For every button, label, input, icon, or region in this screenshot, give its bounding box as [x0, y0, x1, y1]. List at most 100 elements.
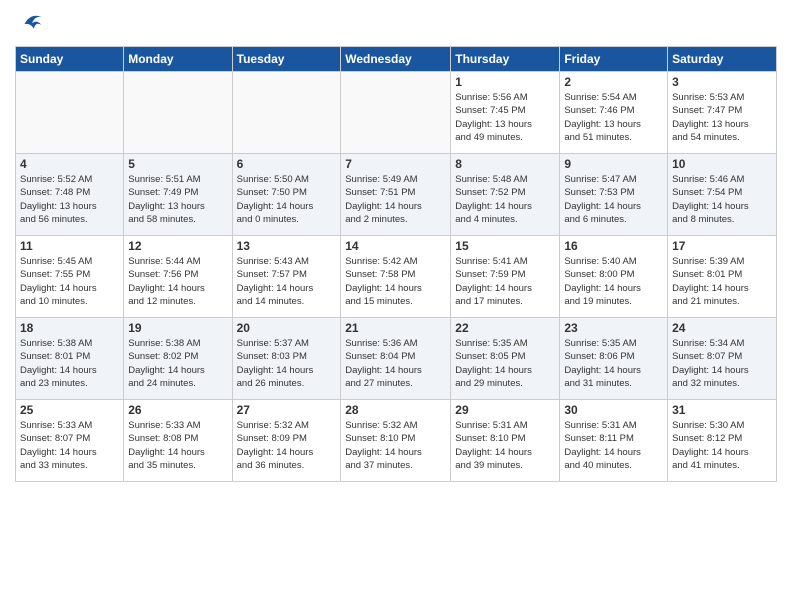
- weekday-header-tuesday: Tuesday: [232, 47, 341, 72]
- weekday-header-monday: Monday: [124, 47, 232, 72]
- day-number: 30: [564, 403, 663, 417]
- day-number: 21: [345, 321, 446, 335]
- day-info: Sunrise: 5:52 AM Sunset: 7:48 PM Dayligh…: [20, 173, 119, 226]
- day-info: Sunrise: 5:56 AM Sunset: 7:45 PM Dayligh…: [455, 91, 555, 144]
- day-info: Sunrise: 5:32 AM Sunset: 8:10 PM Dayligh…: [345, 419, 446, 472]
- page-header: [15, 10, 777, 38]
- calendar-cell: 12Sunrise: 5:44 AM Sunset: 7:56 PM Dayli…: [124, 236, 232, 318]
- day-number: 2: [564, 75, 663, 89]
- calendar-cell: 26Sunrise: 5:33 AM Sunset: 8:08 PM Dayli…: [124, 400, 232, 482]
- day-info: Sunrise: 5:48 AM Sunset: 7:52 PM Dayligh…: [455, 173, 555, 226]
- day-info: Sunrise: 5:44 AM Sunset: 7:56 PM Dayligh…: [128, 255, 227, 308]
- day-info: Sunrise: 5:50 AM Sunset: 7:50 PM Dayligh…: [237, 173, 337, 226]
- day-number: 19: [128, 321, 227, 335]
- calendar-cell: 21 Sunrise: 5:36 AM Sunset: 8:04 PM Dayli…: [341, 318, 451, 400]
- day-info: Sunrise: 5:46 AM Sunset: 7:54 PM Dayligh…: [672, 173, 772, 226]
- day-number: 28: [345, 403, 446, 417]
- day-info: Sunrise: 5:35 AM Sunset: 8:06 PM Dayligh…: [564, 337, 663, 390]
- calendar-page: SundayMondayTuesdayWednesdayThursdayFrid…: [0, 0, 792, 612]
- day-number: 10: [672, 157, 772, 171]
- week-row-4: 18 Sunrise: 5:38 AM Sunset: 8:01 PM Dayli…: [16, 318, 777, 400]
- calendar-cell: 1 Sunrise: 5:56 AM Sunset: 7:45 PM Daylig…: [451, 72, 560, 154]
- day-number: 23: [564, 321, 663, 335]
- day-number: 27: [237, 403, 337, 417]
- day-info: Sunrise: 5:42 AM Sunset: 7:58 PM Dayligh…: [345, 255, 446, 308]
- calendar-cell: 7 Sunrise: 5:49 AM Sunset: 7:51 PM Daylig…: [341, 154, 451, 236]
- day-info: Sunrise: 5:37 AM Sunset: 8:03 PM Dayligh…: [237, 337, 337, 390]
- calendar-cell: 27 Sunrise: 5:32 AM Sunset: 8:09 PM Dayli…: [232, 400, 341, 482]
- day-info: Sunrise: 5:38 AM Sunset: 8:02 PM Dayligh…: [128, 337, 227, 390]
- day-number: 6: [237, 157, 337, 171]
- day-info: Sunrise: 5:38 AM Sunset: 8:01 PM Dayligh…: [20, 337, 119, 390]
- day-info: Sunrise: 5:33 AM Sunset: 8:07 PM Dayligh…: [20, 419, 119, 472]
- calendar-table: SundayMondayTuesdayWednesdayThursdayFrid…: [15, 46, 777, 482]
- calendar-cell: 8 Sunrise: 5:48 AM Sunset: 7:52 PM Daylig…: [451, 154, 560, 236]
- weekday-header-wednesday: Wednesday: [341, 47, 451, 72]
- day-info: Sunrise: 5:35 AM Sunset: 8:05 PM Dayligh…: [455, 337, 555, 390]
- calendar-cell: 19 Sunrise: 5:38 AM Sunset: 8:02 PM Dayli…: [124, 318, 232, 400]
- day-number: 9: [564, 157, 663, 171]
- day-number: 24: [672, 321, 772, 335]
- calendar-cell: 22 Sunrise: 5:35 AM Sunset: 8:05 PM Dayli…: [451, 318, 560, 400]
- weekday-header-thursday: Thursday: [451, 47, 560, 72]
- calendar-cell: 11 Sunrise: 5:45 AM Sunset: 7:55 PM Dayli…: [16, 236, 124, 318]
- day-info: Sunrise: 5:32 AM Sunset: 8:09 PM Dayligh…: [237, 419, 337, 472]
- calendar-cell: 16 Sunrise: 5:40 AM Sunset: 8:00 PM Dayli…: [560, 236, 668, 318]
- logo-icon: [17, 10, 45, 38]
- calendar-cell: 20 Sunrise: 5:37 AM Sunset: 8:03 PM Dayli…: [232, 318, 341, 400]
- day-info: Sunrise: 5:39 AM Sunset: 8:01 PM Dayligh…: [672, 255, 772, 308]
- calendar-cell: [124, 72, 232, 154]
- calendar-cell: 31Sunrise: 5:30 AM Sunset: 8:12 PM Dayli…: [668, 400, 777, 482]
- calendar-cell: 15Sunrise: 5:41 AM Sunset: 7:59 PM Dayli…: [451, 236, 560, 318]
- day-info: Sunrise: 5:43 AM Sunset: 7:57 PM Dayligh…: [237, 255, 337, 308]
- weekday-header-sunday: Sunday: [16, 47, 124, 72]
- day-info: Sunrise: 5:33 AM Sunset: 8:08 PM Dayligh…: [128, 419, 227, 472]
- day-info: Sunrise: 5:45 AM Sunset: 7:55 PM Dayligh…: [20, 255, 119, 308]
- calendar-cell: 24Sunrise: 5:34 AM Sunset: 8:07 PM Dayli…: [668, 318, 777, 400]
- week-row-3: 11 Sunrise: 5:45 AM Sunset: 7:55 PM Dayli…: [16, 236, 777, 318]
- calendar-cell: 17 Sunrise: 5:39 AM Sunset: 8:01 PM Dayli…: [668, 236, 777, 318]
- calendar-cell: 30 Sunrise: 5:31 AM Sunset: 8:11 PM Dayli…: [560, 400, 668, 482]
- day-number: 13: [237, 239, 337, 253]
- day-info: Sunrise: 5:53 AM Sunset: 7:47 PM Dayligh…: [672, 91, 772, 144]
- day-number: 18: [20, 321, 119, 335]
- calendar-cell: 25 Sunrise: 5:33 AM Sunset: 8:07 PM Dayli…: [16, 400, 124, 482]
- week-row-2: 4 Sunrise: 5:52 AM Sunset: 7:48 PM Daylig…: [16, 154, 777, 236]
- day-info: Sunrise: 5:40 AM Sunset: 8:00 PM Dayligh…: [564, 255, 663, 308]
- calendar-cell: [232, 72, 341, 154]
- day-number: 5: [128, 157, 227, 171]
- day-number: 29: [455, 403, 555, 417]
- day-number: 1: [455, 75, 555, 89]
- day-number: 22: [455, 321, 555, 335]
- calendar-cell: 9Sunrise: 5:47 AM Sunset: 7:53 PM Daylig…: [560, 154, 668, 236]
- day-number: 14: [345, 239, 446, 253]
- day-number: 31: [672, 403, 772, 417]
- calendar-cell: 14 Sunrise: 5:42 AM Sunset: 7:58 PM Dayli…: [341, 236, 451, 318]
- logo: [15, 10, 45, 38]
- week-row-5: 25 Sunrise: 5:33 AM Sunset: 8:07 PM Dayli…: [16, 400, 777, 482]
- calendar-cell: 2Sunrise: 5:54 AM Sunset: 7:46 PM Daylig…: [560, 72, 668, 154]
- calendar-cell: 10 Sunrise: 5:46 AM Sunset: 7:54 PM Dayli…: [668, 154, 777, 236]
- day-info: Sunrise: 5:31 AM Sunset: 8:10 PM Dayligh…: [455, 419, 555, 472]
- day-number: 25: [20, 403, 119, 417]
- calendar-cell: 28 Sunrise: 5:32 AM Sunset: 8:10 PM Dayli…: [341, 400, 451, 482]
- weekday-header-saturday: Saturday: [668, 47, 777, 72]
- day-number: 11: [20, 239, 119, 253]
- day-number: 16: [564, 239, 663, 253]
- day-info: Sunrise: 5:31 AM Sunset: 8:11 PM Dayligh…: [564, 419, 663, 472]
- day-info: Sunrise: 5:36 AM Sunset: 8:04 PM Dayligh…: [345, 337, 446, 390]
- calendar-cell: 3Sunrise: 5:53 AM Sunset: 7:47 PM Daylig…: [668, 72, 777, 154]
- day-number: 7: [345, 157, 446, 171]
- day-info: Sunrise: 5:49 AM Sunset: 7:51 PM Dayligh…: [345, 173, 446, 226]
- day-info: Sunrise: 5:41 AM Sunset: 7:59 PM Dayligh…: [455, 255, 555, 308]
- day-number: 8: [455, 157, 555, 171]
- day-number: 17: [672, 239, 772, 253]
- calendar-cell: 4 Sunrise: 5:52 AM Sunset: 7:48 PM Daylig…: [16, 154, 124, 236]
- calendar-cell: 6 Sunrise: 5:50 AM Sunset: 7:50 PM Daylig…: [232, 154, 341, 236]
- day-info: Sunrise: 5:51 AM Sunset: 7:49 PM Dayligh…: [128, 173, 227, 226]
- weekday-header-friday: Friday: [560, 47, 668, 72]
- calendar-cell: 18 Sunrise: 5:38 AM Sunset: 8:01 PM Dayli…: [16, 318, 124, 400]
- week-row-1: 1 Sunrise: 5:56 AM Sunset: 7:45 PM Daylig…: [16, 72, 777, 154]
- day-number: 20: [237, 321, 337, 335]
- day-number: 4: [20, 157, 119, 171]
